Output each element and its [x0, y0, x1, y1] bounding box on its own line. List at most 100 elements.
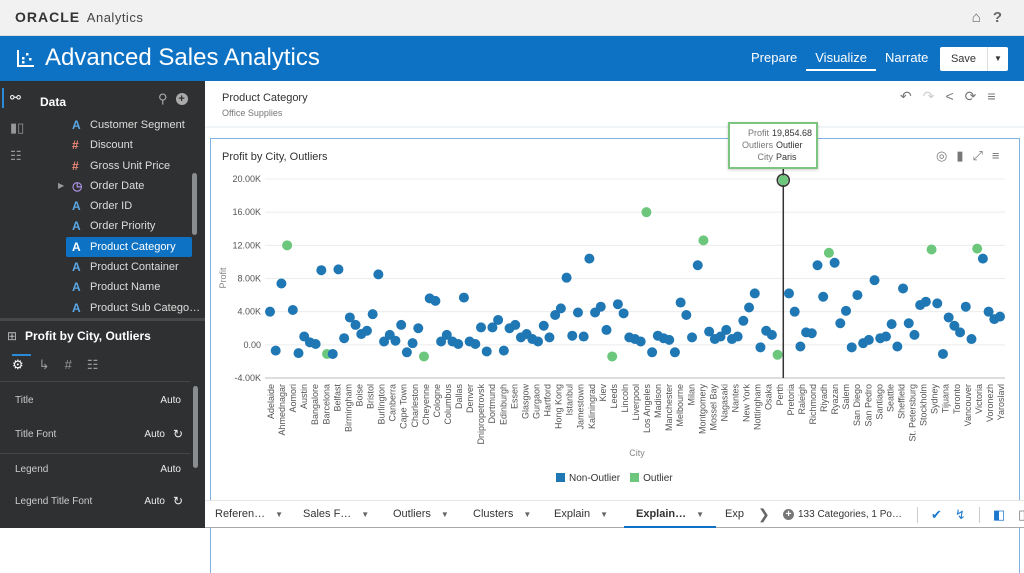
data-point [396, 319, 407, 330]
data-point-outlier [926, 244, 937, 255]
x-tick-label: Istanbul [565, 384, 575, 416]
data-point [350, 319, 361, 330]
data-point [841, 305, 852, 316]
data-point [555, 303, 566, 314]
x-tick-label: Lincoln [620, 384, 630, 413]
tab-references[interactable]: Referen… ▼ [215, 501, 283, 528]
x-tick-label: Cheyenne [421, 384, 431, 425]
x-tick-label: Mossel Bay [708, 384, 718, 431]
legend-swatch [556, 473, 565, 482]
data-point [481, 346, 492, 357]
x-tick-label: Kiev [598, 384, 608, 402]
x-tick-label: Riyadh [819, 384, 829, 412]
tab-explain[interactable]: Explain ▼ [554, 501, 608, 528]
x-tick-label: Sydney [930, 384, 940, 415]
data-point [977, 253, 988, 264]
x-tick-label: Vancouver [963, 384, 973, 426]
tab-exp[interactable]: Exp [725, 501, 744, 528]
x-tick-label: Milan [686, 384, 696, 406]
data-point [276, 278, 287, 289]
data-point [766, 329, 777, 340]
data-point [612, 299, 623, 310]
data-point [333, 264, 344, 275]
data-point [898, 283, 909, 294]
x-tick-label: Austin [299, 384, 309, 409]
data-point [955, 327, 966, 338]
data-point [749, 288, 760, 299]
x-tick-label: Dnipropetrovsk [476, 384, 486, 445]
data-point-outlier [607, 351, 618, 362]
tab-label: Referen… [215, 508, 266, 520]
x-tick-label: Cologne [432, 384, 442, 418]
caret-down-icon[interactable]: ▼ [361, 510, 369, 519]
data-point [738, 315, 749, 326]
x-tick-label: Glasgow [520, 383, 530, 419]
scatter-plot: 20.00K 16.00K 12.00K 8.00K 4.00K 0.00 -4.00K Pr… [218, 168, 1006, 458]
tooltip-key: Profit [747, 128, 769, 138]
tab-explain-active[interactable]: Explain… ▼ [624, 501, 717, 528]
legend-item-outlier[interactable]: Outlier [630, 473, 673, 484]
data-point [361, 325, 372, 336]
data-point [932, 298, 943, 309]
x-tick-label: Canberra [388, 384, 398, 422]
data-point-outlier [282, 240, 293, 251]
data-point [578, 331, 589, 342]
data-point [316, 265, 327, 276]
data-point [476, 322, 487, 333]
data-summary[interactable]: +133 Categories, 1 Po… [783, 501, 902, 528]
caret-down-icon[interactable]: ▼ [600, 510, 608, 519]
y-tick-label: 16.00K [232, 207, 261, 217]
y-tick-label: 8.00K [237, 274, 261, 284]
chart-legend: Non-Outlier Outlier [556, 473, 673, 484]
tab-sales-forecast[interactable]: Sales F… ▼ [303, 501, 369, 528]
data-point [687, 332, 698, 343]
x-tick-label: Essen [509, 384, 519, 409]
legend-label: Outlier [643, 473, 673, 484]
caret-down-icon[interactable]: ▼ [696, 510, 704, 519]
data-point [920, 296, 931, 307]
x-tick-label: Birmingham [343, 384, 353, 432]
x-tick-label: Leeds [609, 384, 619, 409]
data-point [789, 306, 800, 317]
x-axis-label: City [629, 448, 645, 458]
legend-item-non-outlier[interactable]: Non-Outlier [556, 473, 620, 484]
x-tick-label: Toronto [952, 384, 962, 414]
tab-label: Outliers [393, 508, 431, 520]
tabs-scroll-right-icon[interactable]: ❯ [758, 501, 770, 528]
x-tick-label: Gurgaon [531, 384, 541, 419]
data-point [544, 332, 555, 343]
data-point [960, 301, 971, 312]
y-tick-label: 20.00K [232, 174, 261, 184]
tab-outliers[interactable]: Outliers ▼ [393, 501, 449, 528]
x-tick-label: Dortmund [487, 384, 497, 424]
x-tick-label: Salem [841, 384, 851, 410]
x-tick-label: Montgomery [697, 384, 707, 435]
data-point [390, 335, 401, 346]
grammar-panel-icon[interactable]: ◫ [1018, 507, 1024, 523]
x-tick-label: St. Petersburg [908, 384, 918, 442]
data-point-outlier [778, 175, 789, 186]
data-point [647, 347, 658, 358]
caret-down-icon[interactable]: ▼ [275, 510, 283, 519]
x-tick-label: Tijuana [941, 384, 951, 413]
data-point [265, 306, 275, 317]
x-tick-label: Aomori [288, 384, 298, 413]
caret-down-icon[interactable]: ▼ [441, 510, 449, 519]
data-point [293, 348, 304, 359]
data-point [886, 319, 897, 330]
tab-clusters[interactable]: Clusters ▼ [473, 501, 531, 528]
auto-apply-icon[interactable]: ✔ [931, 507, 942, 523]
x-tick-label: Ryazan [830, 384, 840, 415]
data-point [795, 341, 806, 352]
caret-down-icon[interactable]: ▼ [523, 510, 531, 519]
x-tick-label: Victoria [974, 384, 984, 414]
data-point [413, 323, 424, 334]
panel-toggle-icon[interactable]: ◧ [993, 507, 1005, 523]
lightning-icon[interactable]: ↯ [955, 507, 966, 523]
x-tick-label: Sheffield [896, 384, 906, 419]
data-point [943, 312, 954, 323]
add-icon[interactable]: + [783, 509, 794, 520]
data-tooltip: Profit 19,854.68 Outliers Outlier City Pari… [728, 122, 818, 169]
x-tick-label: Madison [653, 384, 663, 418]
x-tick-label: Stockholm [919, 384, 929, 426]
